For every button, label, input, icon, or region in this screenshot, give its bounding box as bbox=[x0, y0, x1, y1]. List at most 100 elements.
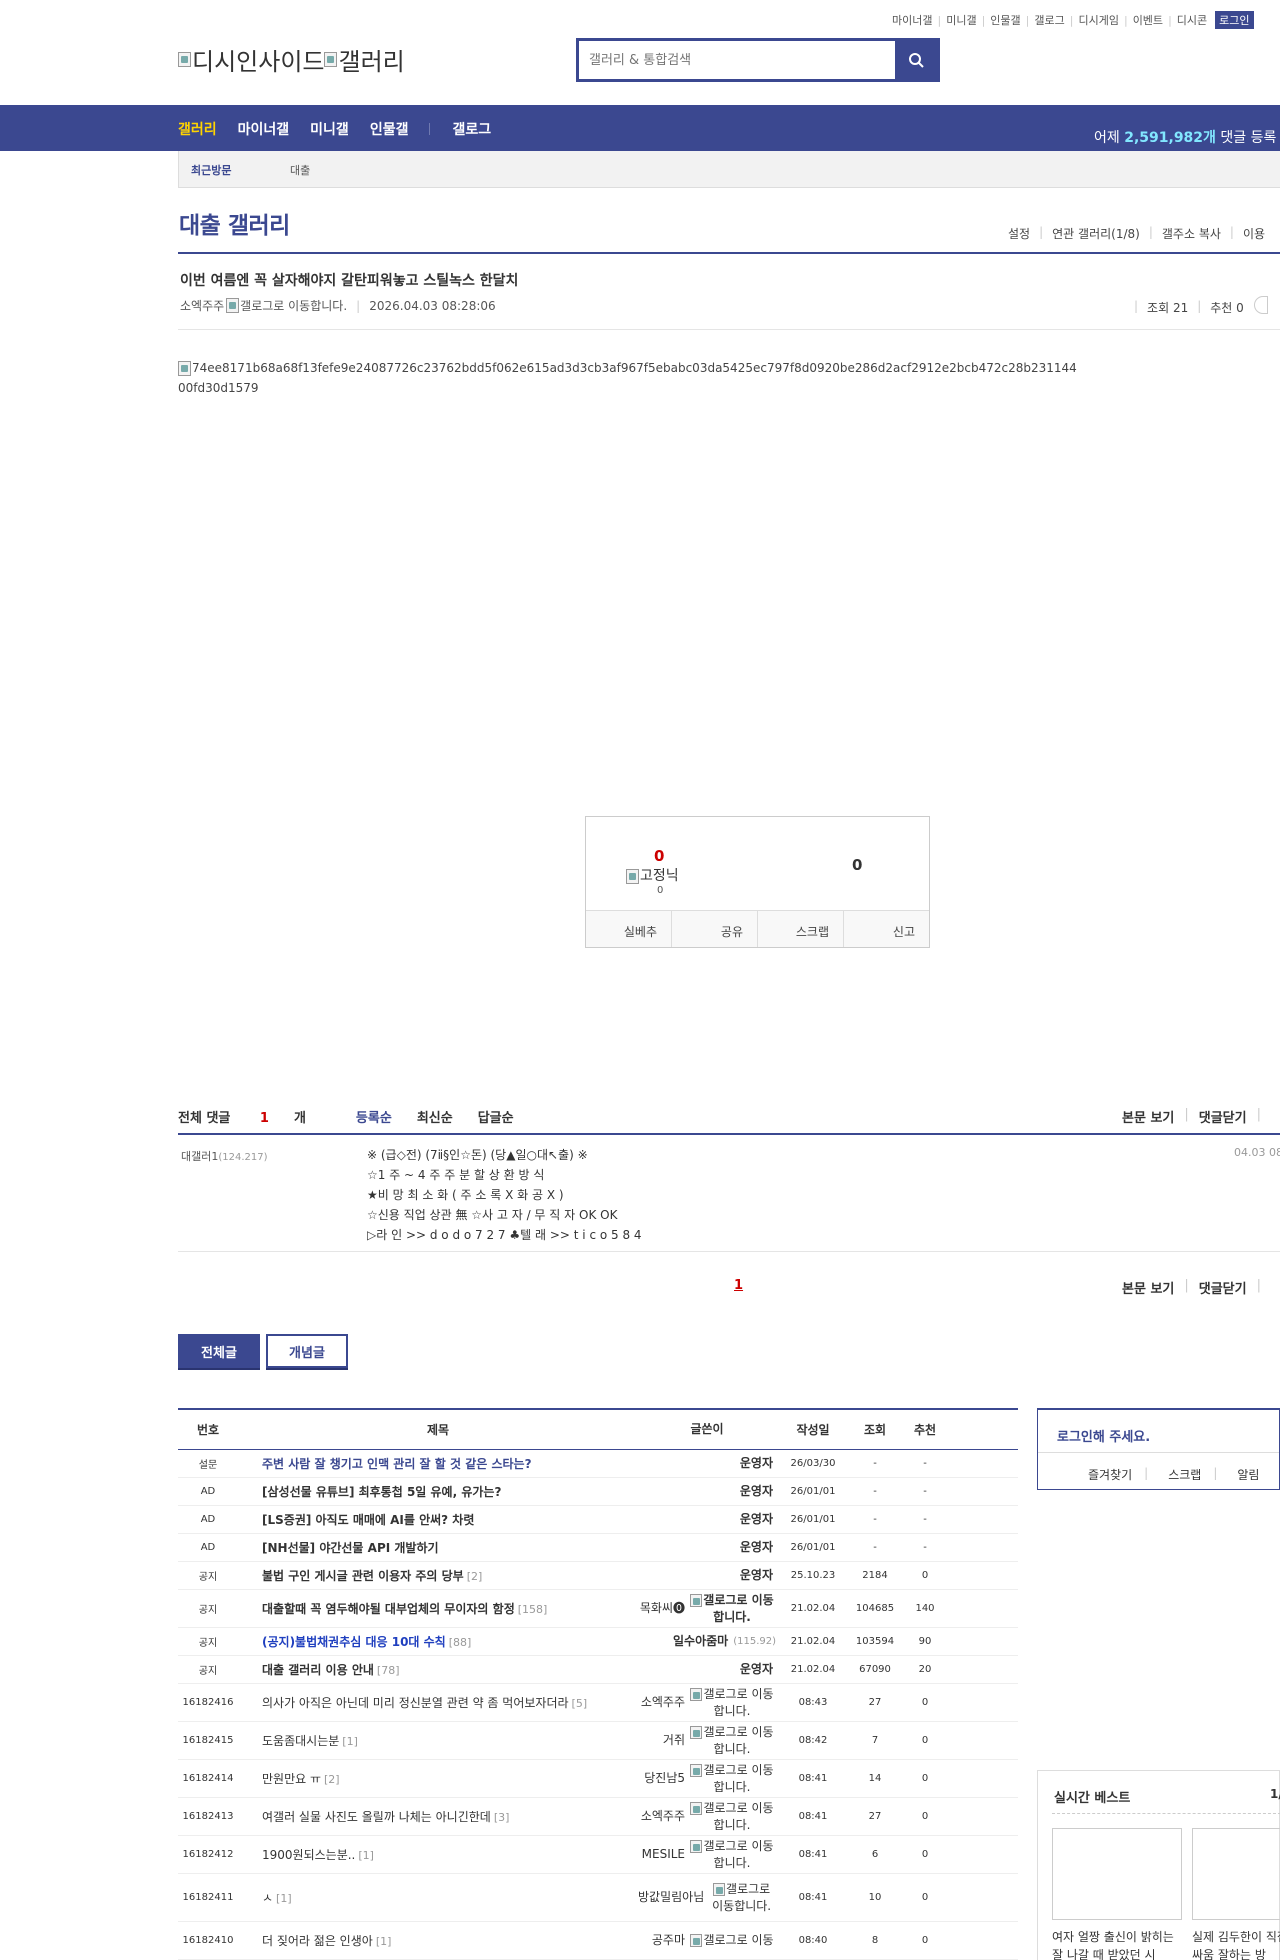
post-link[interactable]: 대출할때 꼭 염두해야될 대부업체의 무이자의 함정 bbox=[262, 1602, 515, 1616]
nav-minor[interactable]: 마이너갤 bbox=[238, 119, 290, 139]
reply-count[interactable]: [158] bbox=[518, 1603, 548, 1616]
util-link[interactable]: 마이너갤 bbox=[892, 12, 932, 28]
post-title-cell[interactable]: (공지)불법채권추심 대응 10대 수칙 [88] bbox=[238, 1633, 638, 1650]
option-settings[interactable]: 설정 bbox=[1008, 225, 1030, 242]
sort-latest[interactable]: 최신순 bbox=[417, 1107, 453, 1126]
writer-name[interactable]: 운영자 bbox=[740, 1661, 773, 1678]
best-thumbnail[interactable] bbox=[1052, 1828, 1182, 1920]
gallog-note[interactable]: 갤로그로 이동합니다. bbox=[688, 1800, 776, 1834]
post-link[interactable]: 불법 구인 게시글 관련 이용자 주의 당부 bbox=[262, 1569, 464, 1583]
table-row[interactable]: 16182412 1900원되스는분.. [1] MESILE 갤로그로 이동합니다. 0… bbox=[178, 1836, 1018, 1874]
author-gallog-note[interactable]: 갤로그로 이동합니다. bbox=[240, 297, 347, 314]
reply-count[interactable]: [1] bbox=[342, 1735, 358, 1748]
post-title-cell[interactable]: 더 짖어라 젊은 인생아 [1] bbox=[238, 1932, 638, 1949]
post-link[interactable]: 여갤러 실물 사진도 올릴까 나체는 아니긴한데 bbox=[262, 1810, 491, 1824]
table-row[interactable]: AD [삼성선물 유튜브] 최후통첩 5일 유예, 유가는? 운영자 26/01/01… bbox=[178, 1478, 1018, 1506]
report-button[interactable]: 신고 bbox=[844, 911, 929, 947]
post-title-cell[interactable]: 1900원되스는분.. [1] bbox=[238, 1846, 638, 1863]
post-title-cell[interactable]: 만원만요 ㅠ [2] bbox=[238, 1770, 638, 1787]
writer-name[interactable]: 운영자 bbox=[740, 1567, 773, 1584]
fixed-nick-button[interactable]: 고정닉 bbox=[626, 865, 679, 885]
post-link[interactable]: ㅅ bbox=[262, 1891, 273, 1905]
view-body-button-bottom[interactable]: 본문 보기 bbox=[1122, 1278, 1174, 1297]
best-caption[interactable]: 실제 김두한이 직접 밝히는 싸움 잘하는 방 bbox=[1192, 1928, 1280, 1960]
tab-all-posts[interactable]: 전체글 bbox=[178, 1334, 260, 1368]
post-title-cell[interactable]: ㅅ [1] bbox=[238, 1889, 638, 1906]
writer-name[interactable]: 거쥐 bbox=[663, 1732, 685, 1749]
best-caption[interactable]: 여자 얼짱 출신이 밝히는 잘 나갈 때 받았던 시 bbox=[1052, 1928, 1187, 1960]
reply-count[interactable]: [78] bbox=[377, 1664, 400, 1677]
close-comments-button-bottom[interactable]: 댓글닫기 bbox=[1199, 1278, 1247, 1297]
table-row[interactable]: 16182414 만원만요 ㅠ [2] 당진남5 갤로그로 이동합니다. 08:41 14 0 bbox=[178, 1760, 1018, 1798]
util-link[interactable]: 이벤트 bbox=[1133, 12, 1163, 28]
post-title-cell[interactable]: [NH선물] 야간선물 API 개발하기 bbox=[238, 1539, 638, 1556]
post-link[interactable]: [삼성선물 유튜브] 최후통첩 5일 유예, 유가는? bbox=[262, 1485, 501, 1499]
gallog-note[interactable]: 갤로그로 이동합니다. bbox=[688, 1724, 776, 1758]
util-link[interactable]: 미니갤 bbox=[946, 12, 976, 28]
post-link[interactable]: 만원만요 ㅠ bbox=[262, 1772, 321, 1786]
post-link[interactable]: 도움좀대시는분 bbox=[262, 1734, 339, 1748]
table-row[interactable]: 16182416 의사가 아직은 아닌데 미리 정신분열 관련 약 좀 먹어보자더… bbox=[178, 1684, 1018, 1722]
util-link[interactable]: 디시게임 bbox=[1078, 12, 1118, 28]
option-related[interactable]: 연관 갤러리(1/8) bbox=[1052, 225, 1140, 242]
writer-name[interactable]: 공주마 bbox=[652, 1932, 685, 1949]
tab-concept-posts[interactable]: 개념글 bbox=[266, 1334, 348, 1368]
view-body-button[interactable]: 본문 보기 bbox=[1122, 1107, 1174, 1126]
writer-name[interactable]: 운영자 bbox=[740, 1455, 773, 1472]
gallog-note[interactable]: 갤로그로 이동합니다. bbox=[688, 1838, 776, 1872]
reply-count[interactable]: [3] bbox=[494, 1811, 510, 1824]
table-row[interactable]: 16182415 도움좀대시는분 [1] 거쥐 갤로그로 이동합니다. 08:42 7 0 bbox=[178, 1722, 1018, 1760]
writer-name[interactable]: 소엑주주 bbox=[641, 1694, 685, 1711]
writer-name[interactable]: 일수아줌마 bbox=[673, 1633, 728, 1650]
post-link[interactable]: [NH선물] 야간선물 API 개발하기 bbox=[262, 1541, 439, 1555]
util-link[interactable]: 디시콘 bbox=[1177, 12, 1207, 28]
post-link[interactable]: 더 짖어라 젊은 인생아 bbox=[262, 1934, 373, 1948]
post-title-cell[interactable]: [LS증권] 아직도 매매에 AI를 안써? 차렷 bbox=[238, 1511, 638, 1528]
table-row[interactable]: 16182410 더 짖어라 젊은 인생아 [1] 공주마 갤로그로 이동 08:40 8 0 bbox=[178, 1922, 1018, 1960]
gallog-note[interactable]: 갤로그로 이동합니다. bbox=[688, 1686, 776, 1720]
reply-count[interactable]: [5] bbox=[572, 1697, 588, 1710]
best-thumbnail[interactable] bbox=[1192, 1828, 1280, 1920]
best-page[interactable]: 1/ bbox=[1270, 1787, 1280, 1801]
share-button[interactable]: 공유 bbox=[672, 911, 758, 947]
search-button[interactable] bbox=[895, 41, 937, 79]
sort-registered[interactable]: 등록순 bbox=[356, 1107, 392, 1126]
reply-count[interactable]: [1] bbox=[358, 1849, 374, 1862]
post-title-cell[interactable]: 대출할때 꼭 염두해야될 대부업체의 무이자의 함정 [158] bbox=[238, 1600, 638, 1617]
gallog-note[interactable]: 갤로그로 이동합니다. bbox=[707, 1881, 776, 1915]
post-link[interactable]: 의사가 아직은 아닌데 미리 정신분열 관련 약 좀 먹어보자더라 bbox=[262, 1696, 569, 1710]
nav-gallog[interactable]: 갤로그 bbox=[452, 119, 491, 139]
writer-name[interactable]: 운영자 bbox=[740, 1511, 773, 1528]
post-link[interactable]: 대출 갤러리 이용 안내 bbox=[262, 1663, 374, 1677]
writer-name[interactable]: MESILE bbox=[642, 1846, 685, 1863]
post-title-cell[interactable]: 주변 사람 잘 챙기고 인맥 관리 잘 할 것 같은 스타는? bbox=[238, 1455, 638, 1472]
recent-item[interactable]: 대출 bbox=[290, 162, 310, 178]
post-link[interactable]: [LS증권] 아직도 매매에 AI를 안써? 차렷 bbox=[262, 1513, 474, 1527]
search-input[interactable] bbox=[579, 41, 895, 79]
post-title-cell[interactable]: 의사가 아직은 아닌데 미리 정신분열 관련 약 좀 먹어보자더라 [5] bbox=[238, 1694, 638, 1711]
post-title-cell[interactable]: 불법 구인 게시글 관련 이용자 주의 당부 [2] bbox=[238, 1567, 638, 1584]
gallog-note[interactable]: 갤로그로 이동 bbox=[688, 1932, 776, 1949]
reply-count[interactable]: [1] bbox=[276, 1892, 292, 1905]
writer-name[interactable]: 방값밀림아님 bbox=[638, 1889, 704, 1906]
table-row[interactable]: 16182413 여갤러 실물 사진도 올릴까 나체는 아니긴한데 [3] 소엑주주 갤… bbox=[178, 1798, 1018, 1836]
sort-replies[interactable]: 답글순 bbox=[478, 1107, 514, 1126]
post-title-cell[interactable]: 도움좀대시는분 [1] bbox=[238, 1732, 638, 1749]
post-title-cell[interactable]: 대출 갤러리 이용 안내 [78] bbox=[238, 1661, 638, 1678]
post-link[interactable]: (공지)불법채권추심 대응 10대 수칙 bbox=[262, 1635, 446, 1649]
post-link[interactable]: 1900원되스는분.. bbox=[262, 1848, 355, 1862]
writer-name[interactable]: 목화씨⓿ bbox=[640, 1600, 685, 1617]
comment-page-1[interactable]: 1 bbox=[734, 1278, 743, 1293]
login-prompt[interactable]: 로그인해 주세요. bbox=[1057, 1426, 1150, 1445]
util-link[interactable]: 갤로그 bbox=[1034, 12, 1064, 28]
writer-name[interactable]: 소엑주주 bbox=[641, 1808, 685, 1825]
table-row[interactable]: 공지 (공지)불법채권추심 대응 10대 수칙 [88] 일수아줌마 (115.92) 2… bbox=[178, 1628, 1018, 1656]
table-row[interactable]: AD [NH선물] 야간선물 API 개발하기 운영자 26/01/01 - - bbox=[178, 1534, 1018, 1562]
comment-author[interactable]: 대갤러1(124.217) bbox=[181, 1148, 268, 1164]
table-row[interactable]: AD [LS증권] 아직도 매매에 AI를 안써? 차렷 운영자 26/01/01 - - bbox=[178, 1506, 1018, 1534]
scrap-button[interactable]: 스크랩 bbox=[758, 911, 844, 947]
option-usage[interactable]: 이용 bbox=[1243, 225, 1265, 242]
nav-gallery[interactable]: 갤러리 bbox=[178, 119, 217, 139]
login-button[interactable]: 로그인 bbox=[1215, 11, 1254, 29]
table-row[interactable]: 공지 불법 구인 게시글 관련 이용자 주의 당부 [2] 운영자 25.10.23 21… bbox=[178, 1562, 1018, 1590]
